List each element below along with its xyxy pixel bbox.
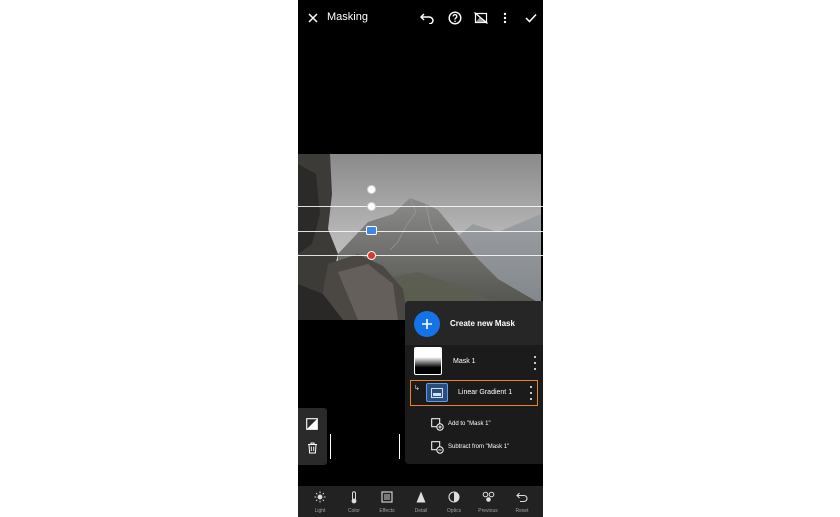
photo-canvas[interactable] bbox=[298, 154, 541, 320]
overlay-toggle-icon[interactable] bbox=[472, 9, 490, 27]
mask-1-label: Mask 1 bbox=[453, 358, 476, 365]
add-to-mask-button[interactable]: Add to "Mask 1" bbox=[431, 417, 541, 433]
toolbar-previous[interactable]: Previous bbox=[471, 490, 505, 516]
subtract-from-mask-button[interactable]: Subtract from "Mask 1" bbox=[431, 440, 541, 456]
subtract-from-mask-label: Subtract from "Mask 1" bbox=[448, 444, 510, 450]
app-screen: Masking Create new Mask Mask 1 ↳ Linear … bbox=[298, 0, 543, 517]
toolbar-detail[interactable]: Detail bbox=[404, 490, 438, 516]
bottom-toolbar: Light Color Effects Detail Optics Previo… bbox=[298, 486, 543, 517]
check-icon[interactable] bbox=[522, 9, 540, 27]
side-tools bbox=[298, 408, 327, 465]
toolbar-label: Previous bbox=[478, 508, 498, 514]
more-icon[interactable] bbox=[496, 9, 514, 27]
sub-component-arrow-icon: ↳ bbox=[414, 385, 420, 392]
gradient-end-pin[interactable] bbox=[367, 251, 376, 260]
gradient-center-pin[interactable] bbox=[366, 226, 377, 235]
toolbar-label: Effects bbox=[379, 508, 395, 514]
toolbar-label: Optics bbox=[446, 508, 462, 514]
effects-icon bbox=[370, 490, 404, 504]
toolbar-optics[interactable]: Optics bbox=[437, 490, 471, 516]
color-icon bbox=[337, 490, 371, 504]
mask-more-icon[interactable] bbox=[531, 356, 539, 370]
page-title: Masking bbox=[327, 11, 368, 23]
mask-panel: Create new Mask Mask 1 ↳ Linear Gradient… bbox=[405, 301, 543, 464]
toolbar-label: Detail bbox=[414, 508, 428, 514]
toolbar-reset[interactable]: Reset bbox=[505, 490, 539, 516]
create-new-mask-label: Create new Mask bbox=[450, 319, 515, 328]
slider-tick-left bbox=[330, 434, 331, 459]
add-mask-icon bbox=[431, 418, 444, 431]
previous-icon bbox=[471, 490, 505, 504]
mask-overlay-icon[interactable] bbox=[305, 417, 319, 431]
gradient-start-pin[interactable] bbox=[367, 202, 376, 211]
add-to-mask-label: Add to "Mask 1" bbox=[448, 421, 491, 427]
mask-1-row[interactable]: Mask 1 bbox=[405, 346, 543, 379]
trash-icon[interactable] bbox=[305, 441, 319, 455]
plus-icon bbox=[414, 311, 440, 337]
help-icon[interactable] bbox=[446, 9, 464, 27]
toolbar-label: Reset bbox=[515, 508, 529, 514]
top-bar: Masking bbox=[298, 0, 543, 36]
create-new-mask-button[interactable]: Create new Mask bbox=[405, 301, 543, 345]
undo-icon[interactable] bbox=[418, 9, 436, 27]
reset-icon bbox=[505, 490, 539, 504]
rotate-handle[interactable] bbox=[367, 185, 376, 194]
linear-gradient-1-row[interactable]: ↳ Linear Gradient 1 bbox=[410, 380, 538, 406]
light-icon bbox=[303, 490, 337, 504]
linear-gradient-icon bbox=[426, 383, 448, 402]
slider-tick-right bbox=[399, 434, 400, 459]
toolbar-effects[interactable]: Effects bbox=[370, 490, 404, 516]
component-more-icon[interactable] bbox=[527, 386, 535, 400]
toolbar-color[interactable]: Color bbox=[337, 490, 371, 516]
mask-thumbnail bbox=[414, 347, 442, 375]
gradient-center-line[interactable] bbox=[298, 231, 543, 232]
gradient-start-line[interactable] bbox=[298, 206, 543, 207]
gradient-end-line[interactable] bbox=[298, 255, 543, 256]
toolbar-label: Color bbox=[348, 508, 360, 514]
linear-gradient-1-label: Linear Gradient 1 bbox=[458, 389, 513, 396]
toolbar-label: Light bbox=[314, 508, 326, 514]
detail-icon bbox=[404, 490, 438, 504]
close-icon[interactable] bbox=[304, 9, 322, 27]
toolbar-light[interactable]: Light bbox=[303, 490, 337, 516]
subtract-mask-icon bbox=[431, 441, 444, 454]
optics-icon bbox=[437, 490, 471, 504]
